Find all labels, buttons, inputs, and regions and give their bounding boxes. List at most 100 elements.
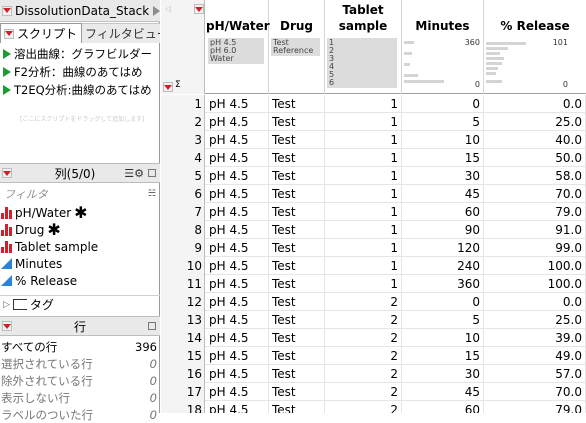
cell-release[interactable]: 91.0 [484,221,586,239]
cell-ph-water[interactable]: pH 4.5 [206,167,269,185]
table-row[interactable]: 14 pH 4.5 Test 2 10 39.0 [161,329,586,347]
cell-ph-water[interactable]: pH 4.5 [206,365,269,383]
cell-ph-water[interactable]: pH 4.5 [206,347,269,365]
cell-ph-water[interactable]: pH 4.5 [206,239,269,257]
property-asterisk-icon[interactable]: ✱ [47,221,60,237]
cell-drug[interactable]: Test [269,113,325,131]
cell-tablet-sample[interactable]: 2 [325,383,402,401]
cell-release[interactable]: 70.0 [484,185,586,203]
cell-drug[interactable]: Test [269,167,325,185]
cell-tablet-sample[interactable]: 1 [325,167,402,185]
scripts-menu-icon[interactable] [4,28,14,39]
cell-release[interactable]: 50.0 [484,149,586,167]
column-header-ph[interactable]: pH/Water pH 4.5 pH 6.0 Water [206,0,270,94]
cell-ph-water[interactable]: pH 4.5 [206,131,269,149]
cell-release[interactable]: 40.0 [484,131,586,149]
cell-ph-water[interactable]: pH 4.5 [206,203,269,221]
row-number[interactable]: 3 [161,131,205,149]
cell-ph-water[interactable]: pH 4.5 [206,185,269,203]
cell-minutes[interactable]: 30 [402,365,484,383]
row-number[interactable]: 5 [161,167,205,185]
column-filter-input[interactable]: フィルタ ☵ [0,185,160,203]
table-row[interactable]: 5 pH 4.5 Test 1 30 58.0 [161,167,586,185]
column-header-drug[interactable]: Drug Test Reference [269,0,325,94]
row-number[interactable]: 17 [161,383,205,401]
cell-tablet-sample[interactable]: 1 [325,221,402,239]
cell-ph-water[interactable]: pH 4.5 [206,275,269,293]
column-item-minutes[interactable]: Minutes [0,255,160,272]
cell-tablet-sample[interactable]: 2 [325,347,402,365]
cell-minutes[interactable]: 60 [402,401,484,413]
cell-ph-water[interactable]: pH 4.5 [206,401,269,413]
cell-release[interactable]: 25.0 [484,113,586,131]
cell-release[interactable]: 79.0 [484,401,586,413]
cell-drug[interactable]: Test [269,293,325,311]
cell-drug[interactable]: Test [269,131,325,149]
tag-row[interactable]: ▷ タグ [0,295,160,313]
row-number[interactable]: 11 [161,275,205,293]
chevron-right-icon[interactable]: ▷ [3,300,10,310]
column-options-icon[interactable]: ☰⚙ [124,167,144,180]
script-item[interactable]: F2分析：曲線のあてはめ [0,63,160,81]
cell-drug[interactable]: Test [269,257,325,275]
column-header-release[interactable]: % Release 101 0 [484,0,586,94]
cell-minutes[interactable]: 45 [402,185,484,203]
cell-tablet-sample[interactable]: 1 [325,257,402,275]
cell-minutes[interactable]: 0 [402,293,484,311]
cell-drug[interactable]: Test [269,239,325,257]
cell-ph-water[interactable]: pH 4.5 [206,383,269,401]
cell-ph-water[interactable]: pH 4.5 [206,293,269,311]
cell-minutes[interactable]: 15 [402,347,484,365]
table-row[interactable]: 6 pH 4.5 Test 1 45 70.0 [161,185,586,203]
cell-tablet-sample[interactable]: 1 [325,239,402,257]
column-header-minutes[interactable]: Minutes 360 0 [402,0,484,94]
script-item[interactable]: 溶出曲線：グラフビルダー [0,45,160,63]
row-number[interactable]: 15 [161,347,205,365]
run-script-icon[interactable] [3,49,11,59]
cell-tablet-sample[interactable]: 1 [325,149,402,167]
cell-ph-water[interactable]: pH 4.5 [206,329,269,347]
cell-drug[interactable]: Test [269,203,325,221]
property-asterisk-icon[interactable]: ✱ [74,204,87,220]
row-number[interactable]: 1 [161,95,205,113]
table-row[interactable]: 2 pH 4.5 Test 1 5 25.0 [161,113,586,131]
cell-drug[interactable]: Test [269,95,325,113]
cell-minutes[interactable]: 45 [402,383,484,401]
cell-release[interactable]: 0.0 [484,95,586,113]
cell-release[interactable]: 57.0 [484,365,586,383]
cell-tablet-sample[interactable]: 2 [325,293,402,311]
cell-minutes[interactable]: 240 [402,257,484,275]
cell-minutes[interactable]: 10 [402,131,484,149]
cell-ph-water[interactable]: pH 4.5 [206,257,269,275]
cell-release[interactable]: 49.0 [484,347,586,365]
script-item[interactable]: T2EQ分析:曲線のあてはめ [0,81,160,99]
cell-minutes[interactable]: 0 [402,95,484,113]
row-number[interactable]: 14 [161,329,205,347]
cell-tablet-sample[interactable]: 1 [325,113,402,131]
row-number[interactable]: 6 [161,185,205,203]
table-row[interactable]: 8 pH 4.5 Test 1 90 91.0 [161,221,586,239]
row-number[interactable]: 8 [161,221,205,239]
table-row[interactable]: 4 pH 4.5 Test 1 15 50.0 [161,149,586,167]
table-row[interactable]: 18 pH 4.5 Test 2 60 79.0 [161,401,586,413]
table-row[interactable]: 1 pH 4.5 Test 1 0 0.0 [161,95,586,113]
table-row[interactable]: 17 pH 4.5 Test 2 45 70.0 [161,383,586,401]
sigma-icon[interactable]: Σ [175,80,181,90]
collapse-icon[interactable] [148,322,156,330]
grid-menu-icon[interactable] [194,4,204,14]
cell-tablet-sample[interactable]: 2 [325,311,402,329]
cell-drug[interactable]: Test [269,365,325,383]
row-number[interactable]: 12 [161,293,205,311]
row-number[interactable]: 16 [161,365,205,383]
cell-tablet-sample[interactable]: 2 [325,401,402,413]
cell-minutes[interactable]: 60 [402,203,484,221]
cell-ph-water[interactable]: pH 4.5 [206,113,269,131]
cell-release[interactable]: 39.0 [484,329,586,347]
tab-scripts[interactable]: スクリプト [0,23,82,43]
cell-drug[interactable]: Test [269,347,325,365]
cell-drug[interactable]: Test [269,221,325,239]
table-row[interactable]: 11 pH 4.5 Test 1 360 100.0 [161,275,586,293]
cell-minutes[interactable]: 10 [402,329,484,347]
rows-menu-icon[interactable] [163,82,173,92]
cell-tablet-sample[interactable]: 1 [325,275,402,293]
